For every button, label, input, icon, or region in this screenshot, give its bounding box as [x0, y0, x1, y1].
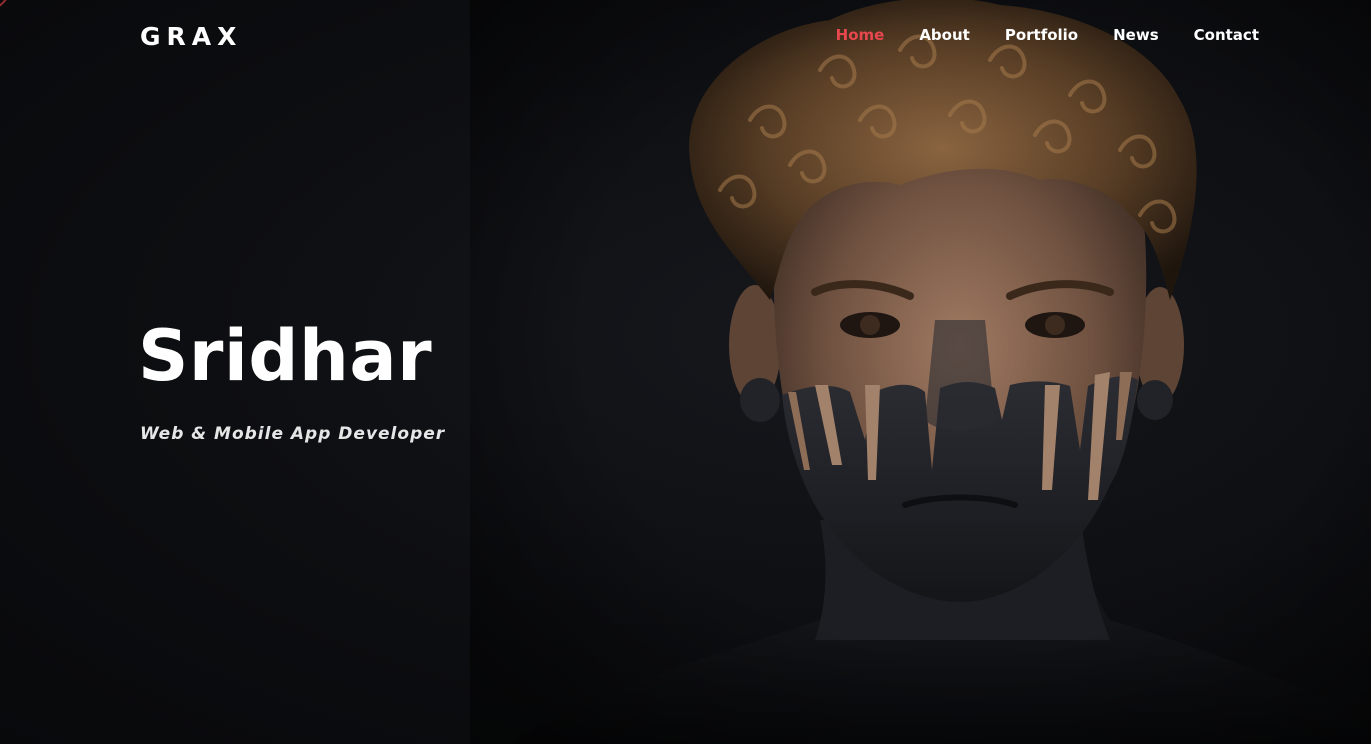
- nav-item-news[interactable]: News: [1113, 25, 1159, 45]
- decorative-arc: [0, 0, 10, 10]
- hero-name: Sridhar: [138, 315, 433, 397]
- brand-logo[interactable]: GRAX: [140, 22, 242, 52]
- nav-item-portfolio[interactable]: Portfolio: [1005, 25, 1078, 45]
- main-nav: Home About Portfolio News Contact: [836, 25, 1259, 45]
- nav-item-about[interactable]: About: [919, 25, 970, 45]
- hero-tagline: Web & Mobile App Developer: [140, 424, 446, 444]
- nav-item-contact[interactable]: Contact: [1194, 25, 1259, 45]
- hero-page: GRAX Home About Portfolio News Contact S…: [0, 0, 1371, 744]
- hero-portrait-image: [470, 0, 1371, 744]
- nav-item-home[interactable]: Home: [836, 25, 885, 45]
